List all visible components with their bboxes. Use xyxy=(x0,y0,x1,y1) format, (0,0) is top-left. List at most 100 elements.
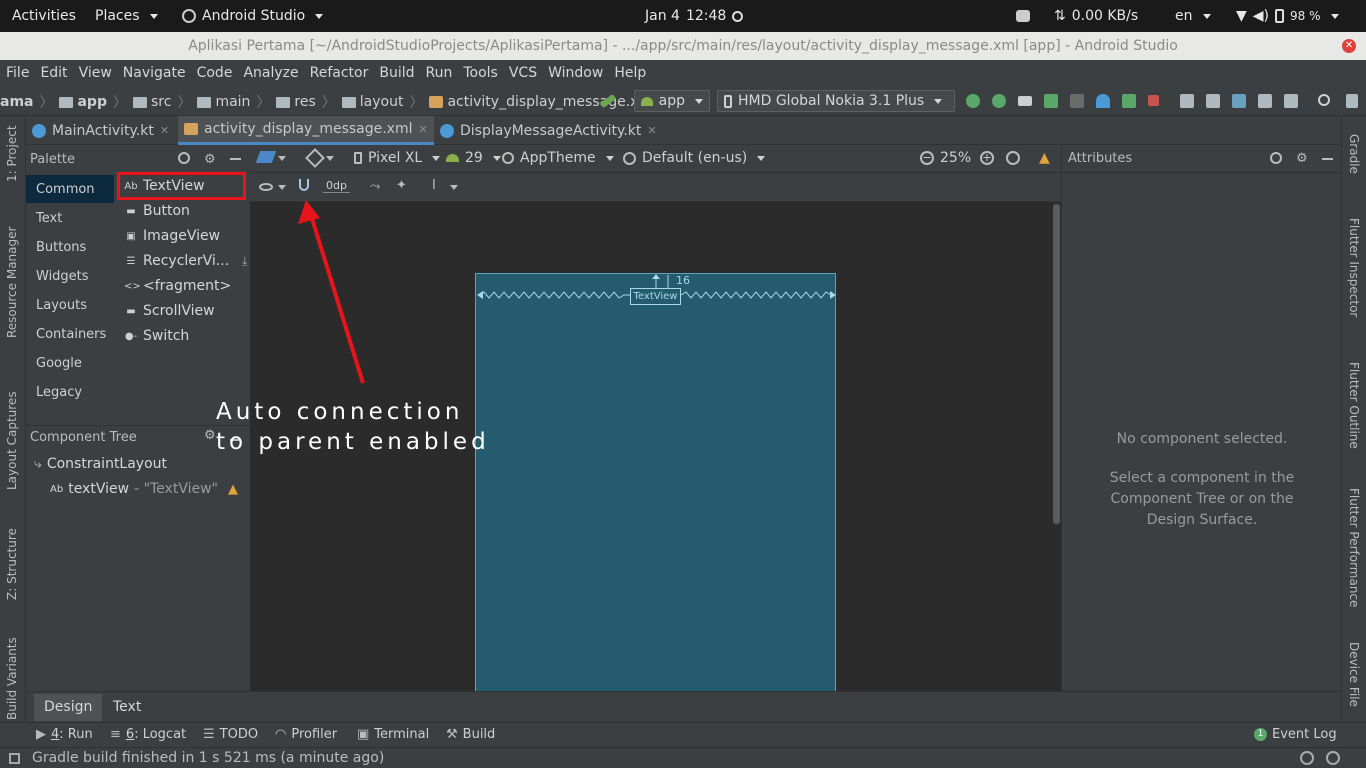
resource-manager-tool-tab[interactable]: Resource Manager xyxy=(5,227,19,338)
activities-button[interactable]: Activities xyxy=(12,0,76,32)
tree-item-textview[interactable]: Ab textView - "TextView" xyxy=(50,481,218,497)
tab-design[interactable]: Design xyxy=(34,694,103,721)
breadcrumb-app[interactable]: app xyxy=(77,94,107,110)
flutter-inspector-tool-tab[interactable]: Flutter Inspector xyxy=(1347,218,1361,317)
project-structure-icon[interactable] xyxy=(1258,94,1272,108)
structure-tool-tab[interactable]: Z: Structure xyxy=(5,528,19,600)
run-list-icon[interactable] xyxy=(1018,96,1032,106)
gear-icon[interactable]: ⚙ xyxy=(1296,151,1308,166)
menu-window[interactable]: Window xyxy=(548,65,608,81)
palette-item-recyclerview[interactable]: ☰ RecyclerVi... ⤓ xyxy=(124,253,248,269)
sdk-manager-icon[interactable] xyxy=(1232,94,1246,108)
device-screen[interactable]: 16 TextView xyxy=(475,273,836,691)
tab-text[interactable]: Text xyxy=(113,694,141,721)
breadcrumb-src[interactable]: src xyxy=(151,94,171,110)
more-icon[interactable] xyxy=(1346,94,1358,108)
close-icon[interactable]: ✕ xyxy=(647,124,656,137)
palette-item-imageview[interactable]: ▣ ImageView xyxy=(124,228,220,244)
palette-item-fragment[interactable]: <> <fragment> xyxy=(124,278,231,294)
sync-project-icon[interactable] xyxy=(1180,94,1194,108)
guidelines-icon[interactable]: I xyxy=(432,178,436,193)
tab-displaymessageactivity[interactable]: DisplayMessageActivity.kt ✕ xyxy=(434,116,664,145)
coverage-icon[interactable] xyxy=(1070,94,1084,108)
locale-dropdown[interactable]: Default (en-us) xyxy=(623,150,766,166)
infer-constraints-icon[interactable]: ✦ xyxy=(396,178,407,193)
breadcrumb-file[interactable]: activity_display_message.xml xyxy=(447,94,656,110)
menu-help[interactable]: Help xyxy=(614,65,651,81)
project-tool-tab[interactable]: 1: Project xyxy=(5,125,19,182)
menu-vcs[interactable]: VCS xyxy=(509,65,542,81)
gear-icon[interactable]: ⚙ xyxy=(204,152,216,167)
places-menu[interactable]: Places xyxy=(95,0,158,32)
search-icon[interactable] xyxy=(1270,152,1282,164)
menu-navigate[interactable]: Navigate xyxy=(123,65,191,81)
apply-code-changes-icon[interactable] xyxy=(992,94,1006,108)
layout-captures-tool-tab[interactable]: Layout Captures xyxy=(5,391,19,490)
flutter-performance-tool-tab[interactable]: Flutter Performance xyxy=(1347,488,1361,607)
menu-code[interactable]: Code xyxy=(197,65,238,81)
build-variants-tool-tab[interactable]: Build Variants xyxy=(5,637,19,720)
layers-icon[interactable] xyxy=(255,151,277,163)
close-icon[interactable]: ✕ xyxy=(160,124,169,137)
avd-manager-icon[interactable] xyxy=(1206,94,1220,108)
inspector-face-icon[interactable] xyxy=(1326,751,1340,765)
close-window-button[interactable]: ✕ xyxy=(1342,39,1356,53)
run-config-selector[interactable]: app xyxy=(634,90,710,112)
magnet-icon[interactable] xyxy=(299,179,309,191)
search-icon[interactable] xyxy=(178,152,190,164)
zoom-fit-icon[interactable] xyxy=(1006,151,1020,165)
menu-refactor[interactable]: Refactor xyxy=(310,65,374,81)
download-icon[interactable]: ⤓ xyxy=(242,254,247,269)
profile-icon[interactable] xyxy=(1096,94,1110,108)
category-buttons[interactable]: Buttons xyxy=(36,240,86,255)
terminal-tool-button[interactable]: ▣ Terminal xyxy=(357,727,429,742)
run-tool-button[interactable]: ▶ 4: Run xyxy=(36,727,93,742)
event-log-button[interactable]: 1 Event Log xyxy=(1254,727,1337,742)
indicator-icon[interactable] xyxy=(1016,0,1030,32)
menu-analyze[interactable]: Analyze xyxy=(243,65,303,81)
category-legacy[interactable]: Legacy xyxy=(36,385,82,400)
palette-item-switch[interactable]: ●- Switch xyxy=(124,328,189,344)
menu-tools[interactable]: Tools xyxy=(463,65,503,81)
menu-build[interactable]: Build xyxy=(379,65,419,81)
breadcrumb-res[interactable]: res xyxy=(294,94,315,110)
menu-view[interactable]: View xyxy=(79,65,117,81)
todo-tool-button[interactable]: ☰ TODO xyxy=(203,727,258,742)
logcat-tool-button[interactable]: ≡ 6: Logcat xyxy=(110,727,186,742)
minimize-icon[interactable] xyxy=(230,158,241,160)
menu-edit[interactable]: Edit xyxy=(40,65,72,81)
build-tool-button[interactable]: ⚒ Build xyxy=(446,727,495,742)
palette-item-scrollview[interactable]: ▬ ScrollView xyxy=(124,303,214,319)
system-menu[interactable]: ▼ ◀) 98 % xyxy=(1236,0,1339,32)
category-widgets[interactable]: Widgets xyxy=(36,269,89,284)
device-manager-icon[interactable] xyxy=(1284,94,1298,108)
category-google[interactable]: Google xyxy=(36,356,82,371)
breadcrumb-main[interactable]: main xyxy=(215,94,250,110)
breadcrumb-project[interactable]: ama xyxy=(0,94,33,110)
device-dropdown[interactable]: Pixel XL xyxy=(354,150,441,166)
warning-icon[interactable]: ▲ xyxy=(228,482,238,497)
canvas-textview[interactable]: TextView xyxy=(630,288,681,305)
category-common[interactable]: Common xyxy=(36,182,95,197)
tree-item-constraintlayout[interactable]: ⤷ ConstraintLayout xyxy=(34,456,167,472)
search-icon[interactable] xyxy=(1318,94,1330,106)
category-text[interactable]: Text xyxy=(36,211,62,226)
zoom-in-icon[interactable]: + xyxy=(980,151,994,165)
api-dropdown[interactable]: 29 xyxy=(446,150,501,166)
breadcrumb-layout[interactable]: layout xyxy=(360,94,404,110)
zoom-out-icon[interactable]: − xyxy=(920,151,934,165)
smiley-icon[interactable] xyxy=(1300,751,1314,765)
vertical-scrollbar[interactable] xyxy=(1053,204,1060,524)
device-file-tool-tab[interactable]: Device File xyxy=(1347,642,1361,707)
minimize-icon[interactable] xyxy=(1322,158,1333,160)
stop-icon[interactable] xyxy=(1148,95,1159,106)
language-menu[interactable]: en xyxy=(1175,0,1211,32)
orientation-icon[interactable] xyxy=(305,148,325,168)
warning-icon[interactable]: ▲ xyxy=(1039,150,1050,166)
default-margin-field[interactable]: 0dp xyxy=(323,179,350,193)
app-menu[interactable]: Android Studio xyxy=(182,0,324,32)
clock[interactable]: Jan 4 12:48 xyxy=(645,0,744,32)
close-icon[interactable]: ✕ xyxy=(419,123,428,136)
profiler-tool-button[interactable]: ◠ Profiler xyxy=(275,727,337,742)
device-selector[interactable]: HMD Global Nokia 3.1 Plus xyxy=(717,90,955,112)
